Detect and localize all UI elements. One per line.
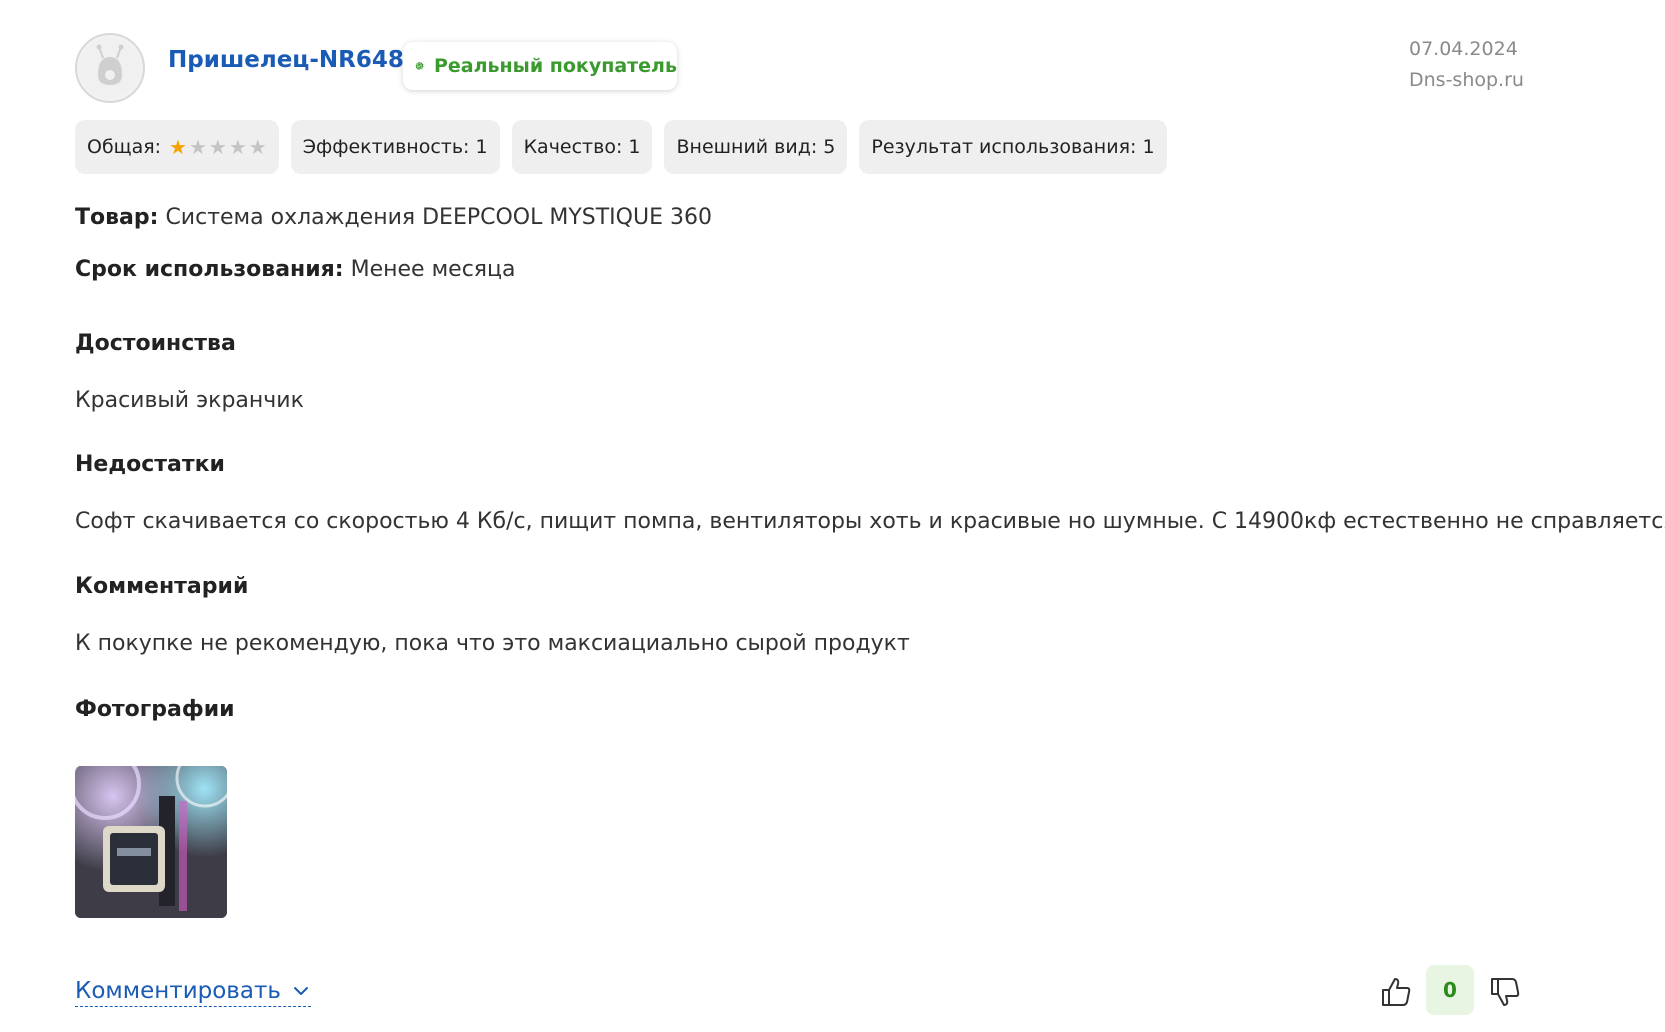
review-date: 07.04.2024 bbox=[1409, 38, 1518, 60]
alien-avatar-icon bbox=[80, 38, 140, 98]
rating-quality: Качество: 1 bbox=[511, 120, 653, 174]
avatar[interactable] bbox=[75, 33, 145, 103]
chevron-down-icon bbox=[293, 987, 308, 995]
verified-buyer-badge: Реальный покупатель bbox=[403, 42, 677, 90]
cons-title: Недостатки bbox=[75, 452, 225, 477]
thumbs-down-icon[interactable] bbox=[1488, 975, 1522, 1009]
star-empty-icon: ★ bbox=[188, 135, 207, 159]
rating-overall: Общая: ★ ★ ★ ★ ★ bbox=[75, 120, 279, 174]
star-empty-icon: ★ bbox=[248, 135, 267, 159]
star-filled-icon: ★ bbox=[169, 135, 187, 159]
verified-check-icon bbox=[415, 62, 424, 70]
review-card: Пришелец-NR64887 Реальный покупатель 07.… bbox=[0, 0, 1665, 1032]
ratings-row: Общая: ★ ★ ★ ★ ★ Эффективность: 1 Качество: … bbox=[75, 120, 1167, 174]
review-photo-thumbnail[interactable] bbox=[75, 766, 227, 918]
product-label: Товар: bbox=[75, 205, 159, 230]
photo-image bbox=[75, 766, 227, 918]
rating-usage-result: Результат использования: 1 bbox=[859, 120, 1167, 174]
comment-title: Комментарий bbox=[75, 574, 249, 599]
star-empty-icon: ★ bbox=[208, 135, 227, 159]
badge-label: Реальный покупатель bbox=[433, 55, 677, 77]
rating-overall-label: Общая: bbox=[87, 136, 162, 158]
comment-button-label: Комментировать bbox=[75, 978, 281, 1004]
pros-text: Красивый экранчик bbox=[75, 388, 304, 413]
comment-text: К покупке не рекомендую, пока что это ма… bbox=[75, 631, 910, 656]
rating-stars: ★ ★ ★ ★ ★ bbox=[169, 137, 267, 157]
rating-efficiency: Эффективность: 1 bbox=[290, 120, 500, 174]
usage-value: Менее месяца bbox=[350, 257, 516, 282]
star-empty-icon: ★ bbox=[228, 135, 247, 159]
product-line: Товар: Система охлаждения DEEPCOOL MYSTI… bbox=[75, 205, 712, 230]
author-name-link[interactable]: Пришелец-NR64887 bbox=[168, 47, 436, 73]
photos-title: Фотографии bbox=[75, 697, 235, 722]
usage-label: Срок использования: bbox=[75, 257, 344, 282]
product-value: Система охлаждения DEEPCOOL MYSTIQUE 360 bbox=[165, 205, 712, 230]
usage-line: Срок использования: Менее месяца bbox=[75, 257, 516, 282]
thumbs-up-icon[interactable] bbox=[1379, 975, 1413, 1009]
rating-appearance: Внешний вид: 5 bbox=[664, 120, 848, 174]
cons-text: Софт скачивается со скоростью 4 Кб/с, пи… bbox=[75, 509, 1665, 534]
review-source: Dns-shop.ru bbox=[1409, 69, 1524, 91]
pros-title: Достоинства bbox=[75, 331, 236, 356]
comment-button[interactable]: Комментировать bbox=[75, 978, 311, 1007]
vote-count: 0 bbox=[1426, 965, 1474, 1015]
